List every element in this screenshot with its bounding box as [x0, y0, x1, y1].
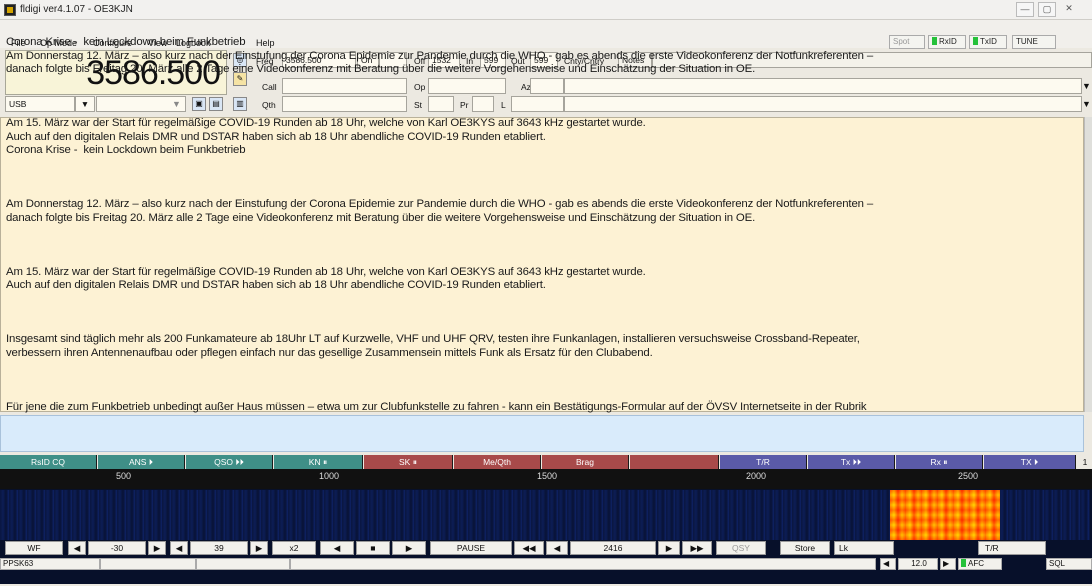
- macro-button[interactable]: QSO ⏵⏵: [186, 455, 273, 469]
- macro-button[interactable]: Brag: [542, 455, 629, 469]
- speed-right-icon[interactable]: ▶: [392, 541, 426, 555]
- macro-button[interactable]: RsID CQ: [0, 455, 97, 469]
- notes-dropdown-icon[interactable]: ▼: [1082, 99, 1091, 109]
- range-down-icon[interactable]: ◀: [170, 541, 188, 555]
- transmit-text-pane[interactable]: [0, 415, 1084, 452]
- receive-text: Corona Krise - kein Lockdown beim Funkbe…: [6, 9, 1078, 441]
- afc-led-icon: [961, 559, 966, 567]
- sql-toggle[interactable]: SQL: [1046, 558, 1092, 570]
- status-message: [290, 558, 876, 570]
- status-field-3: [196, 558, 290, 570]
- macro-button[interactable]: ANS ⏵: [98, 455, 185, 469]
- rx-paragraph: Insgesamt sind täglich mehr als 200 Funk…: [6, 333, 860, 359]
- rx-paragraph: Am Donnerstag 12. März – also kurz nach …: [6, 198, 874, 224]
- ruler-label: 500: [116, 471, 132, 481]
- speed-left-icon[interactable]: ◀: [320, 541, 354, 555]
- carrier-fast-up-icon[interactable]: ▶▶: [682, 541, 712, 555]
- qsy-button[interactable]: QSY: [716, 541, 766, 555]
- sql-up-icon[interactable]: ▶: [940, 558, 956, 570]
- macro-button[interactable]: [630, 455, 719, 469]
- range-up-icon[interactable]: ▶: [250, 541, 268, 555]
- level-field[interactable]: -30: [88, 541, 146, 555]
- afc-toggle[interactable]: AFC: [958, 558, 1002, 570]
- zoom-button[interactable]: x2: [272, 541, 316, 555]
- level-up-icon[interactable]: ▶: [148, 541, 166, 555]
- squelch-level[interactable]: 12.0: [898, 558, 938, 570]
- frequency-ruler: 500 1000 1500 2000 2500: [0, 469, 1092, 489]
- ruler-label: 2000: [746, 471, 767, 481]
- lock-toggle[interactable]: Lk: [834, 541, 894, 555]
- ruler-label: 1500: [537, 471, 558, 481]
- rx-paragraph: Am 15. März war der Start für regelmäßig…: [6, 117, 646, 156]
- ruler-label: 2500: [958, 471, 979, 481]
- macro-page-indicator[interactable]: 1: [1078, 455, 1092, 469]
- rx-paragraph: Am 15. März war der Start für regelmäßig…: [6, 265, 646, 292]
- macro-button[interactable]: Rx ⏸: [896, 455, 983, 469]
- macro-button[interactable]: T/R: [720, 455, 807, 469]
- store-button[interactable]: Store: [780, 541, 830, 555]
- tr-toggle[interactable]: T/R: [978, 541, 1046, 555]
- stop-icon[interactable]: ■: [356, 541, 390, 555]
- macro-button[interactable]: KN ⏸: [274, 455, 363, 469]
- ruler-label: 1000: [319, 471, 340, 481]
- wf-mode-button[interactable]: WF: [5, 541, 63, 555]
- macro-button[interactable]: TX ⏵: [984, 455, 1076, 469]
- range-field[interactable]: 39: [190, 541, 248, 555]
- carrier-up-icon[interactable]: ▶: [658, 541, 680, 555]
- status-field-2: [100, 558, 196, 570]
- country-dropdown-icon[interactable]: ▼: [1082, 81, 1091, 91]
- rx-paragraph: Für jene die zum Funkbetrieb unbedingt a…: [6, 400, 867, 413]
- status-mode: PPSK63: [0, 558, 100, 570]
- level-down-icon[interactable]: ◀: [68, 541, 86, 555]
- waterfall-signal-bands: [890, 490, 1000, 540]
- carrier-down-icon[interactable]: ◀: [546, 541, 568, 555]
- rx-paragraph: Corona Krise - kein Lockdown beim Funkbe…: [6, 36, 874, 75]
- macro-button[interactable]: SK ⏸: [364, 455, 453, 469]
- receive-scrollbar[interactable]: [1084, 117, 1092, 412]
- afc-label: AFC: [968, 559, 984, 568]
- macro-button[interactable]: Me/Qth: [454, 455, 541, 469]
- sql-down-icon[interactable]: ◀: [880, 558, 896, 570]
- carrier-fast-down-icon[interactable]: ◀◀: [514, 541, 544, 555]
- pause-button[interactable]: PAUSE: [430, 541, 512, 555]
- macro-button[interactable]: Tx ⏵⏵: [808, 455, 895, 469]
- carrier-freq-field[interactable]: 2416: [570, 541, 656, 555]
